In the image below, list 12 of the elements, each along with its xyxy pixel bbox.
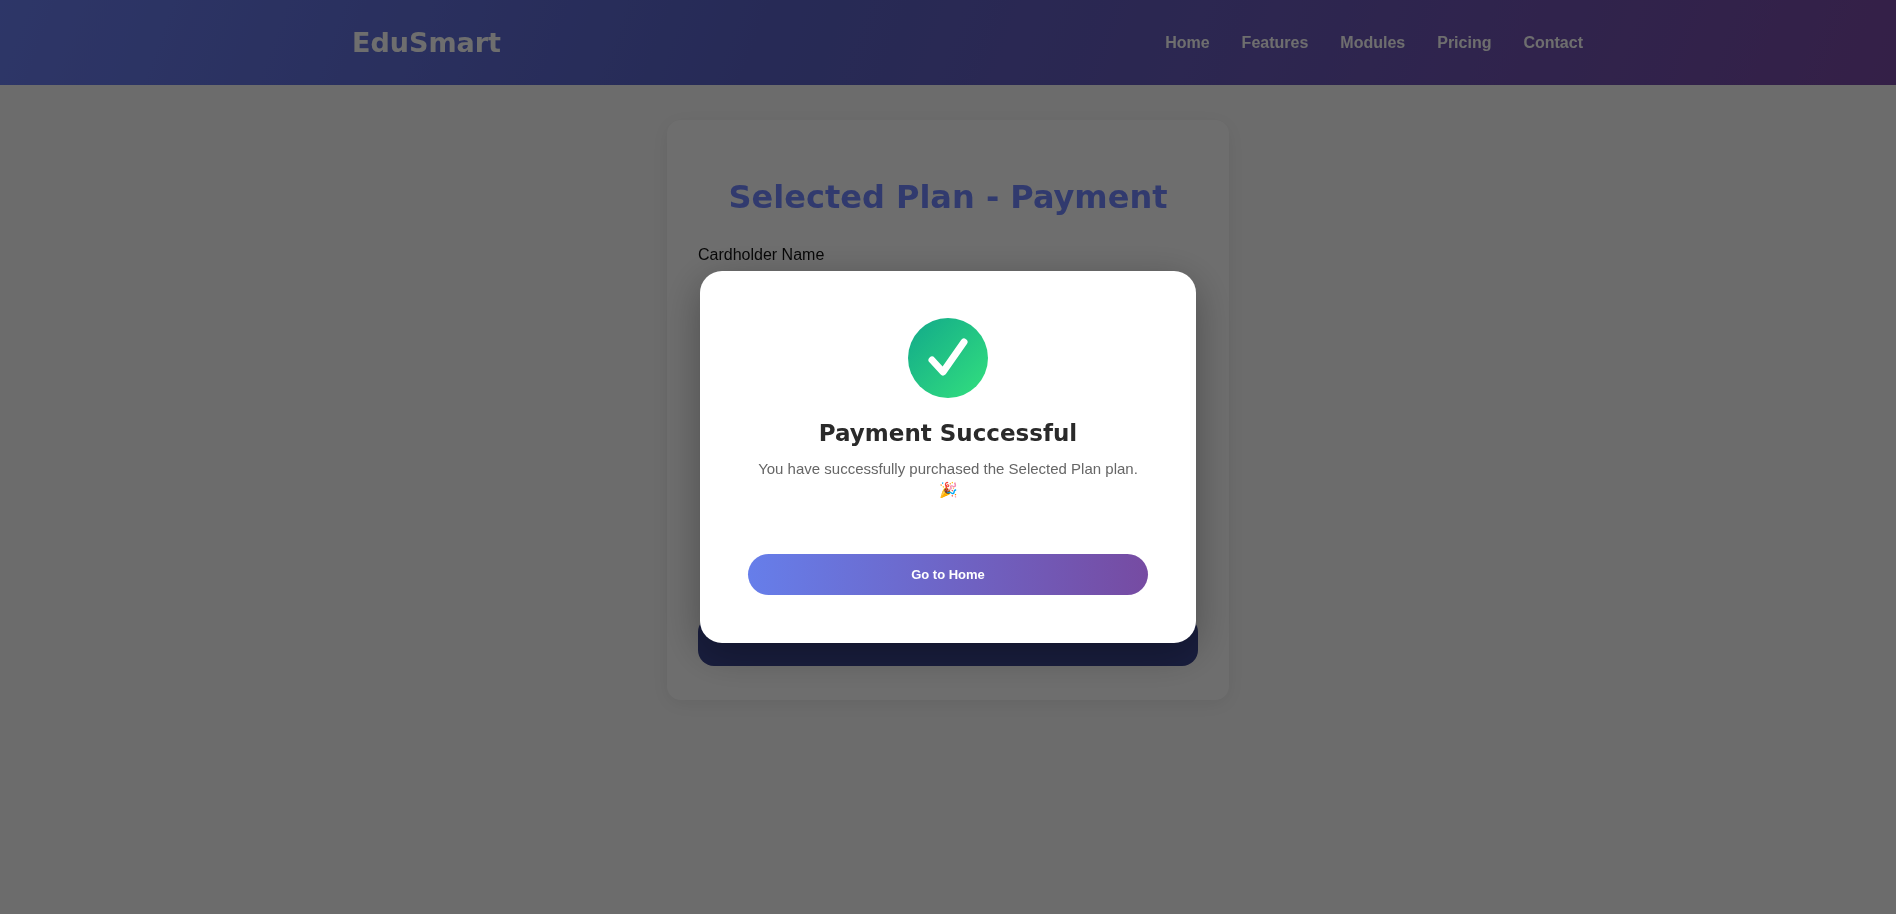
go-home-button[interactable]: Go to Home <box>748 554 1148 595</box>
nav-link[interactable]: Features <box>1241 33 1309 52</box>
nav-link[interactable]: Pricing <box>1437 33 1492 52</box>
check-icon <box>908 318 988 398</box>
dialog-title: Payment Successful <box>818 420 1078 446</box>
field-label: Cardholder Name <box>698 246 825 264</box>
logo[interactable]: EduSmart <box>352 27 501 58</box>
nav-link[interactable]: Modules <box>1340 33 1406 52</box>
form-title: Selected Plan - Payment <box>728 178 1168 216</box>
nav-link[interactable]: Home <box>1165 33 1210 52</box>
nav-link[interactable]: Contact <box>1523 33 1583 52</box>
dialog-message: You have successfully purchased the Selected Plan plan. 🎉 <box>757 459 1139 500</box>
